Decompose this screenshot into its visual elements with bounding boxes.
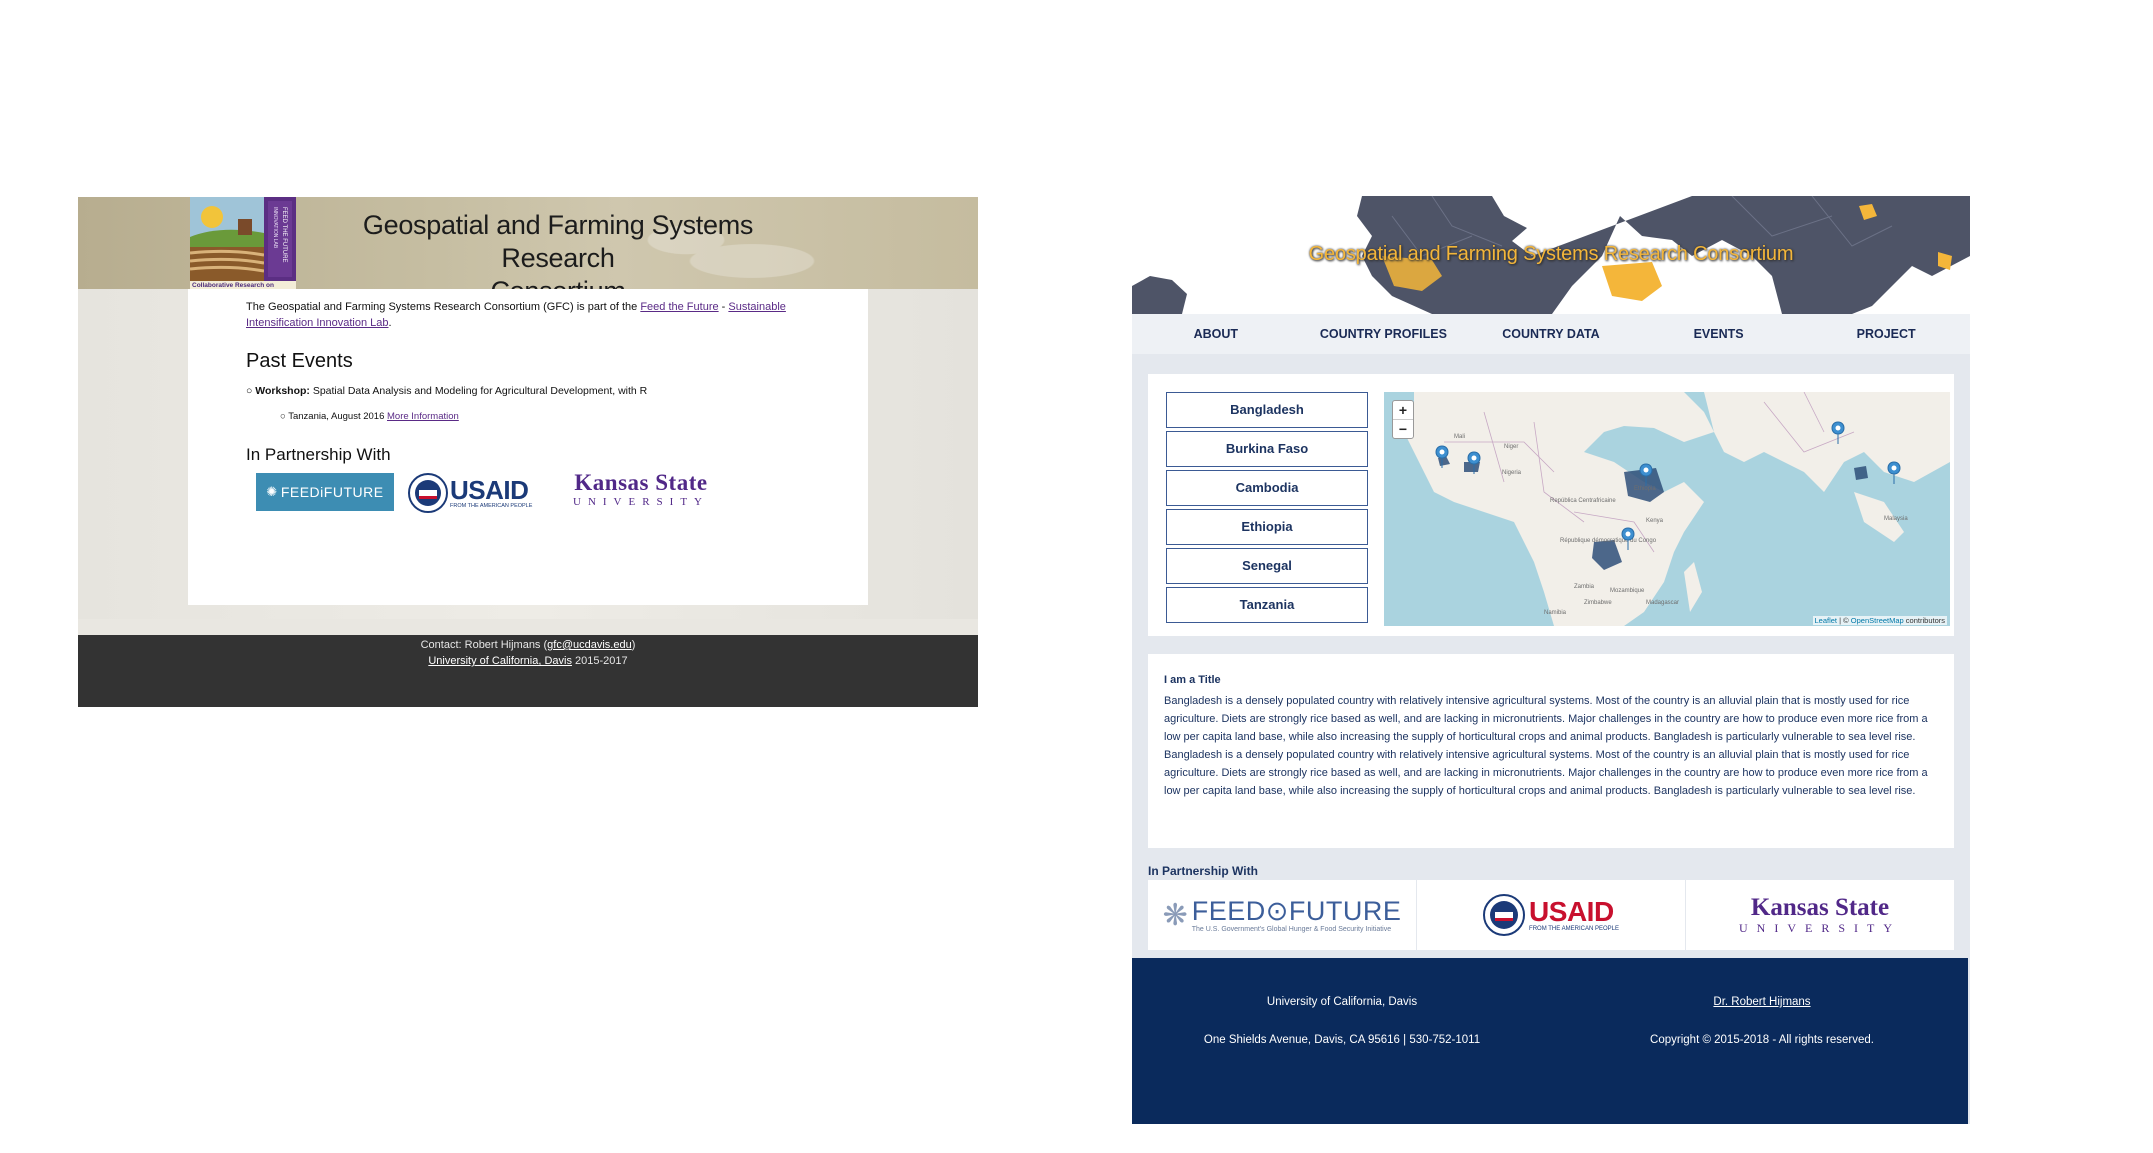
new-site-title: Geospatial and Farming Systems Research … [1308, 243, 1794, 265]
svg-text:Collaborative Research on: Collaborative Research on [192, 282, 274, 289]
footer-address: One Shields Avenue, Davis, CA 95616 | 53… [1203, 1034, 1481, 1046]
map-label: République démocratique du Congo [1560, 538, 1657, 544]
more-information-link[interactable]: More Information [387, 411, 459, 422]
new-partnership-heading: In Partnership With [1148, 864, 1258, 878]
old-partnership-heading: In Partnership With [246, 445, 391, 464]
osm-link[interactable]: OpenStreetMap [1851, 616, 1904, 625]
svg-text:INNOVATION LAB: INNOVATION LAB [272, 207, 278, 249]
map-label: Zimbabwe [1584, 600, 1612, 606]
usaid-logo-new[interactable]: USAID FROM THE AMERICAN PEOPLE [1417, 880, 1686, 950]
map-label: Mozambique [1610, 588, 1645, 594]
footer-university-name: University of California, Davis [1266, 996, 1418, 1008]
map-label: Madagascar [1646, 600, 1679, 606]
country-button-burkina-faso[interactable]: Burkina Faso [1166, 431, 1368, 467]
feed-the-future-logo-new[interactable]: ❋ FEED⊙FUTURE The U.S. Government's Glob… [1148, 880, 1417, 950]
innovation-lab-logo: FEED THE FUTURE INNOVATION LAB Collabora… [190, 197, 296, 289]
kansas-state-logo[interactable]: Kansas State UNIVERSITY [551, 471, 731, 515]
map-label: Ethiopia [1634, 486, 1656, 492]
kansas-state-logo-new[interactable]: Kansas State UNIVERSITY [1686, 880, 1954, 950]
bullet-icon: ○ [280, 411, 289, 422]
map-label: Kenya [1646, 518, 1664, 524]
email-link[interactable]: gfc@ucdavis.edu [547, 639, 632, 651]
robert-hijmans-link[interactable]: Dr. Robert Hijmans [1713, 996, 1810, 1008]
article-paragraph: Bangladesh is a densely populated countr… [1164, 749, 1928, 797]
eagle-seal-icon: ❋ [1162, 898, 1188, 932]
svg-text:FEED THE FUTURE: FEED THE FUTURE [281, 207, 287, 263]
map-zoom-control: + − [1392, 400, 1414, 439]
new-footer: University of California, Davis Dr. Robe… [1132, 958, 1968, 1124]
map-label: Malaysia [1884, 516, 1908, 522]
nav-country-profiles[interactable]: COUNTRY PROFILES [1300, 314, 1468, 354]
nav-country-data[interactable]: COUNTRY DATA [1467, 314, 1635, 354]
workshop-item: ○ Workshop: Spatial Data Analysis and Mo… [246, 385, 648, 397]
country-button-cambodia[interactable]: Cambodia [1166, 470, 1368, 506]
map-label: Niger [1504, 444, 1518, 450]
usaid-seal-icon [1483, 894, 1526, 936]
bullet-icon: ○ [246, 385, 256, 397]
article-paragraph: Bangladesh is a densely populated countr… [1164, 695, 1928, 743]
country-button-senegal[interactable]: Senegal [1166, 548, 1368, 584]
zoom-out-button[interactable]: − [1393, 419, 1413, 438]
map-banner: Geospatial and Farming Systems Research … [1132, 196, 1970, 314]
feed-the-future-link[interactable]: Feed the Future [640, 301, 718, 313]
zoom-in-button[interactable]: + [1393, 401, 1413, 419]
map-label: Namibia [1544, 610, 1567, 616]
leaflet-link[interactable]: Leaflet [1815, 616, 1838, 625]
past-events-heading: Past Events [246, 350, 353, 372]
old-footer: Contact: Robert Hijmans (gfc@ucdavis.edu… [78, 635, 978, 707]
event-subitem: ○ Tanzania, August 2016 More Information [280, 411, 459, 422]
map-attribution: Leaflet | © OpenStreetMap contributors [1812, 616, 1947, 625]
main-nav: ABOUT COUNTRY PROFILES COUNTRY DATA EVEN… [1132, 314, 1970, 354]
usaid-seal-icon [408, 473, 448, 513]
article-title: I am a Title [1164, 674, 1221, 686]
country-button-ethiopia[interactable]: Ethiopia [1166, 509, 1368, 545]
map-label: Zambia [1574, 584, 1595, 590]
map-label: República Centrafricaine [1550, 498, 1616, 504]
usaid-logo[interactable]: USAID FROM THE AMERICAN PEOPLE [408, 473, 538, 513]
map-label: Mali [1454, 434, 1465, 440]
nav-about[interactable]: ABOUT [1132, 314, 1300, 354]
feed-the-future-logo[interactable]: ✺ FEEDiFUTURE [256, 473, 394, 511]
old-intro-paragraph: The Geospatial and Farming Systems Resea… [246, 301, 786, 329]
leaflet-map[interactable]: Nigeria Mali Niger Ethiopia Kenya Zambia… [1384, 392, 1950, 626]
old-website-screenshot: FEED THE FUTURE INNOVATION LAB Collabora… [78, 197, 978, 707]
country-button-bangladesh[interactable]: Bangladesh [1166, 392, 1368, 428]
footer-university: University of California, Davis 2015-201… [428, 655, 628, 667]
country-list: Bangladesh Burkina Faso Cambodia Ethiopi… [1166, 392, 1368, 626]
footer-contact: Contact: Robert Hijmans (gfc@ucdavis.edu… [420, 639, 636, 651]
nav-project[interactable]: PROJECT [1802, 314, 1970, 354]
seal-icon: ✺ [266, 484, 278, 499]
new-website-screenshot: Geospatial and Farming Systems Research … [1132, 196, 1970, 1124]
nav-events[interactable]: EVENTS [1635, 314, 1803, 354]
map-label: Nigeria [1502, 470, 1522, 476]
country-button-tanzania[interactable]: Tanzania [1166, 587, 1368, 623]
article-body: Bangladesh is a densely populated countr… [1164, 692, 1940, 800]
partner-logos: ❋ FEED⊙FUTURE The U.S. Government's Glob… [1148, 880, 1954, 950]
map-tiles: Nigeria Mali Niger Ethiopia Kenya Zambia… [1384, 392, 1950, 626]
old-header: FEED THE FUTURE INNOVATION LAB Collabora… [78, 197, 978, 306]
uc-davis-link[interactable]: University of California, Davis [428, 655, 572, 667]
footer-copyright: Copyright © 2015-2018 - All rights reser… [1650, 1034, 1874, 1046]
